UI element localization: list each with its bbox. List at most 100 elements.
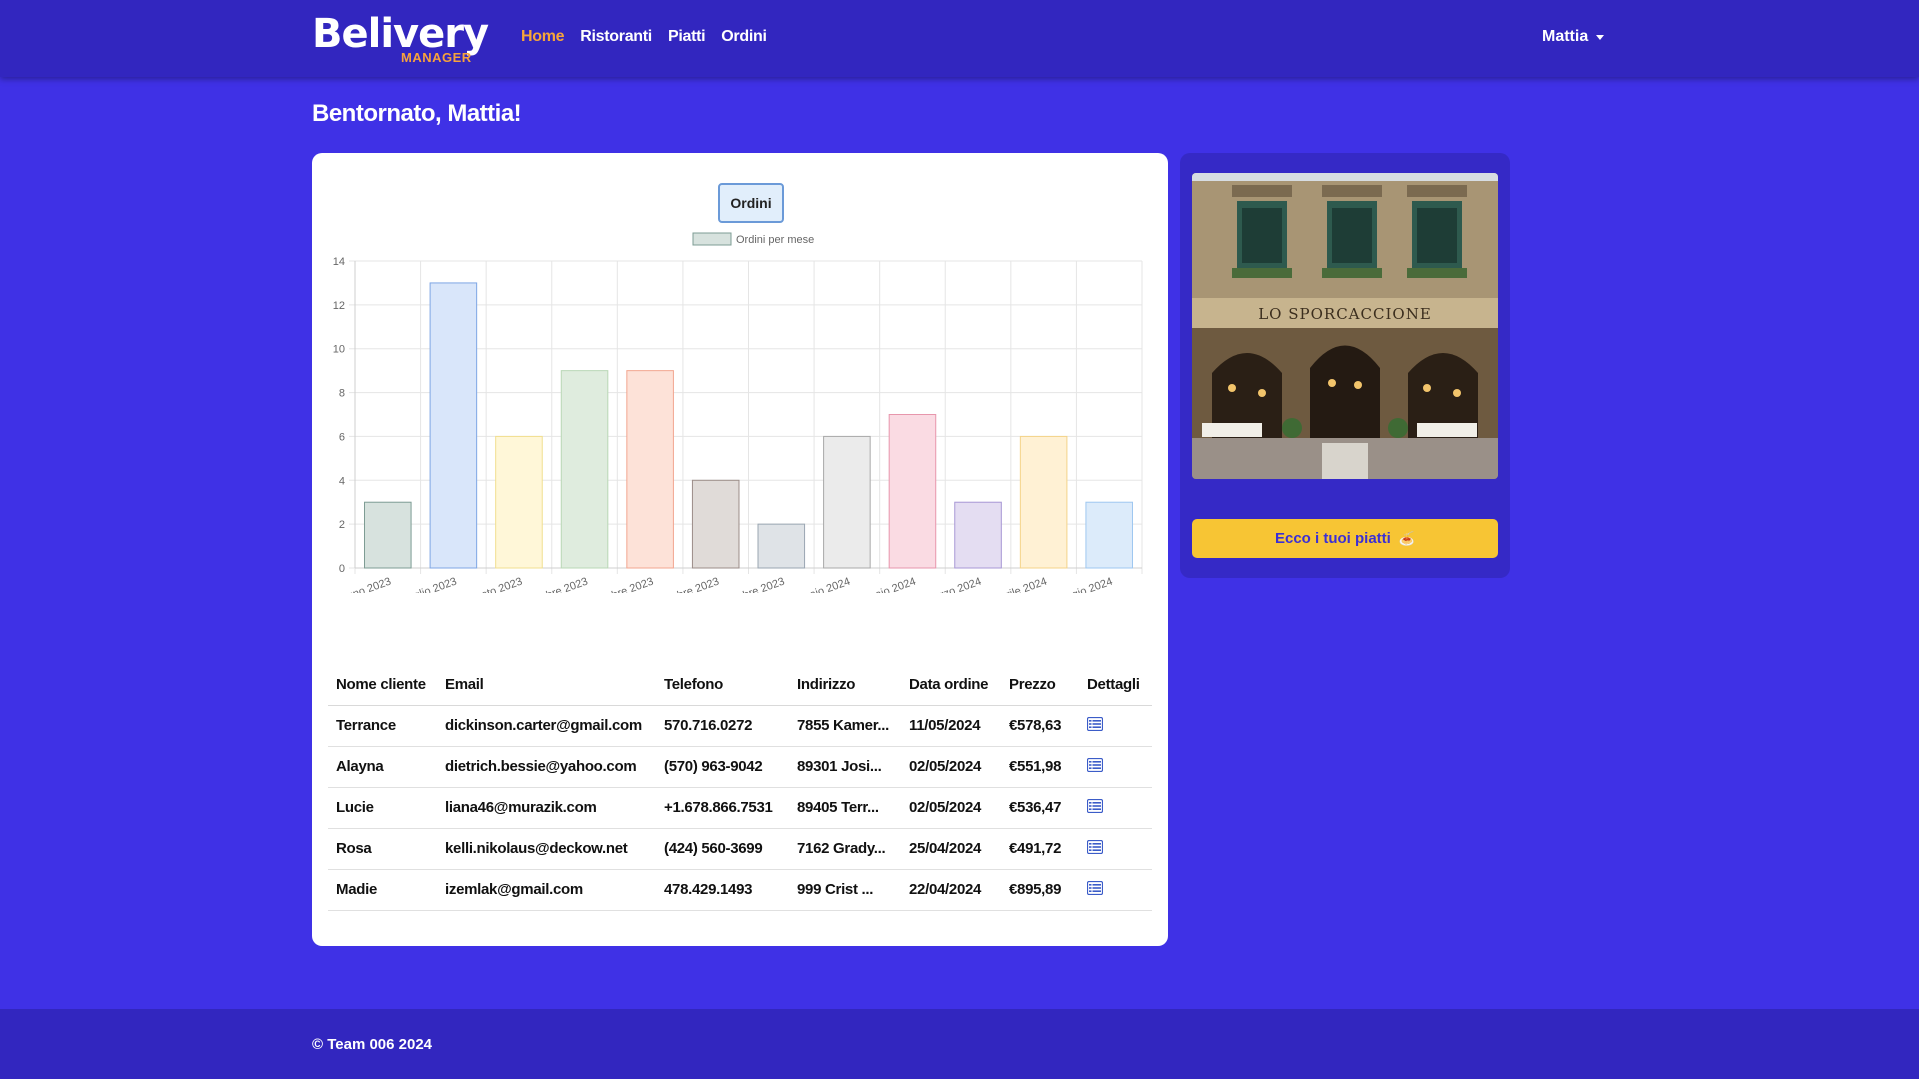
bar-aprile-2024[interactable] xyxy=(1019,435,1068,569)
cell-order-date: 11/05/2024 xyxy=(901,705,1001,747)
orders-card: Ordini Ordini per mese 0 2 4 6 8 10 12 14 giugno… xyxy=(312,153,1168,946)
cell-order-date: 25/04/2024 xyxy=(901,828,1001,870)
main-nav: Home Ristoranti Piatti Ordini xyxy=(521,28,767,46)
bar-luglio-2023[interactable] xyxy=(429,282,478,569)
orders-bar-chart: Ordini Ordini per mese 0 2 4 6 8 10 12 14 giugno… xyxy=(332,183,1143,593)
list-icon[interactable] xyxy=(1087,716,1103,731)
cell-email: dietrich.bessie@yahoo.com xyxy=(437,746,656,788)
cell-customer-name: Terrance xyxy=(328,705,437,747)
legend-label: Ordini per mese xyxy=(736,234,814,246)
cell-details xyxy=(1079,787,1152,829)
cell-phone: (424) 560-3699 xyxy=(656,828,789,870)
x-tick-label: luglio 2023 xyxy=(404,576,458,593)
nav-link-piatti[interactable]: Piatti xyxy=(668,28,706,46)
x-tick-label: marzo 2024 xyxy=(924,576,983,593)
chevron-down-icon xyxy=(1596,34,1605,40)
bar-agosto-2023[interactable] xyxy=(495,435,543,569)
y-tick-label: 8 xyxy=(339,388,345,400)
x-tick-label: novembre 2023 xyxy=(645,576,721,593)
table-row: Alayna dietrich.bessie@yahoo.com (570) 963… xyxy=(328,746,1152,788)
bar-maggio-2024[interactable] xyxy=(1085,501,1133,569)
list-icon[interactable] xyxy=(1087,798,1103,813)
cell-phone: 478.429.1493 xyxy=(656,869,789,911)
table-row: Terrance dickinson.carter@gmail.com 570.71… xyxy=(328,705,1152,747)
brand-logo[interactable]: Belivery MANAGER xyxy=(312,10,498,66)
cell-customer-name: Alayna xyxy=(328,746,437,788)
cell-price: €895,89 xyxy=(1001,869,1079,911)
column-header: Indirizzo xyxy=(789,665,901,706)
cell-address: 7855 Kamer... xyxy=(789,705,901,747)
y-tick-label: 0 xyxy=(339,563,345,575)
nav-link-ristoranti[interactable]: Ristoranti xyxy=(580,28,652,46)
y-tick-label: 4 xyxy=(339,475,345,487)
y-tick-label: 6 xyxy=(339,431,345,443)
cell-details xyxy=(1079,705,1152,747)
view-dishes-button[interactable]: Ecco i tuoi piatti 🍝 xyxy=(1192,519,1498,558)
top-navbar: Belivery MANAGER Home Ristoranti Piatti … xyxy=(0,0,1919,77)
cell-order-date: 02/05/2024 xyxy=(901,787,1001,829)
y-tick-label: 10 xyxy=(333,344,345,356)
bar-novembre-2023[interactable] xyxy=(691,479,740,569)
list-icon[interactable] xyxy=(1087,757,1103,772)
chart-title: Ordini xyxy=(730,195,771,211)
y-tick-label: 12 xyxy=(333,300,345,312)
list-icon[interactable] xyxy=(1087,880,1103,895)
restaurant-image: LO SPORCACCIONE xyxy=(1192,173,1498,479)
legend-swatch[interactable] xyxy=(692,232,732,246)
nav-link-ordini[interactable]: Ordini xyxy=(721,28,767,46)
table-row: Lucie liana46@murazik.com +1.678.866.7531 8… xyxy=(328,787,1152,829)
cell-customer-name: Madie xyxy=(328,869,437,911)
logo-subtitle: MANAGER xyxy=(401,50,472,65)
column-header: Prezzo xyxy=(1001,665,1079,706)
cell-email: dickinson.carter@gmail.com xyxy=(437,705,656,747)
orders-table: Nome cliente Email Telefono Indirizzo Da… xyxy=(328,665,1152,911)
page-title: Bentornato, Mattia! xyxy=(312,100,522,127)
column-header: Telefono xyxy=(656,665,789,706)
x-tick-label: settembre 2023 xyxy=(514,576,590,593)
table-row: Rosa kelli.nikolaus@deckow.net (424) 560-3… xyxy=(328,828,1152,870)
column-header: Dettagli xyxy=(1079,665,1152,706)
cell-address: 89405 Terr... xyxy=(789,787,901,829)
cell-price: €491,72 xyxy=(1001,828,1079,870)
bar-giugno-2023[interactable] xyxy=(364,501,412,569)
orders-table-container: Nome cliente Email Telefono Indirizzo Da… xyxy=(328,665,1152,911)
bar-ottobre-2023[interactable] xyxy=(626,370,674,569)
cell-details xyxy=(1079,746,1152,788)
cell-phone: (570) 963-9042 xyxy=(656,746,789,788)
bar-febbraio-2024[interactable] xyxy=(888,414,937,569)
cell-email: izemlak@gmail.com xyxy=(437,869,656,911)
x-tick-label: dicembre 2023 xyxy=(714,576,786,593)
cell-customer-name: Rosa xyxy=(328,828,437,870)
view-dishes-label: Ecco i tuoi piatti xyxy=(1274,530,1391,547)
y-tick-label: 14 xyxy=(333,256,345,268)
x-tick-label: febbraio 2024 xyxy=(850,576,917,593)
cell-email: liana46@murazik.com xyxy=(437,787,656,829)
cell-order-date: 22/04/2024 xyxy=(901,869,1001,911)
bar-marzo-2024[interactable] xyxy=(954,501,1002,569)
x-tick-label: ottobre 2023 xyxy=(593,576,655,593)
column-header: Nome cliente xyxy=(328,665,437,706)
bar-settembre-2023[interactable] xyxy=(560,370,609,569)
nav-link-home[interactable]: Home xyxy=(521,28,565,46)
y-tick-label: 2 xyxy=(339,519,345,531)
user-name: Mattia xyxy=(1542,28,1589,45)
footer-copyright: © Team 006 2024 xyxy=(312,1036,433,1053)
x-tick-label: aprile 2024 xyxy=(993,576,1048,593)
table-row: Madie izemlak@gmail.com 478.429.1493 999 Cr… xyxy=(328,869,1152,911)
cell-details xyxy=(1079,828,1152,870)
cell-phone: +1.678.866.7531 xyxy=(656,787,789,829)
cell-order-date: 02/05/2024 xyxy=(901,746,1001,788)
bar-dicembre-2023[interactable] xyxy=(757,523,806,569)
x-tick-label: maggio 2024 xyxy=(1050,576,1114,593)
page-footer: © Team 006 2024 xyxy=(0,1009,1919,1079)
x-tick-label: agosto 2023 xyxy=(463,576,524,593)
user-dropdown[interactable]: Mattia xyxy=(1542,28,1605,46)
bar-gennaio-2024[interactable] xyxy=(823,435,871,569)
list-icon[interactable] xyxy=(1087,839,1103,854)
x-tick-label: gennaio 2024 xyxy=(785,576,852,593)
cell-price: €578,63 xyxy=(1001,705,1079,747)
cell-price: €536,47 xyxy=(1001,787,1079,829)
cell-address: 7162 Grady... xyxy=(789,828,901,870)
cell-price: €551,98 xyxy=(1001,746,1079,788)
cell-details xyxy=(1079,869,1152,911)
